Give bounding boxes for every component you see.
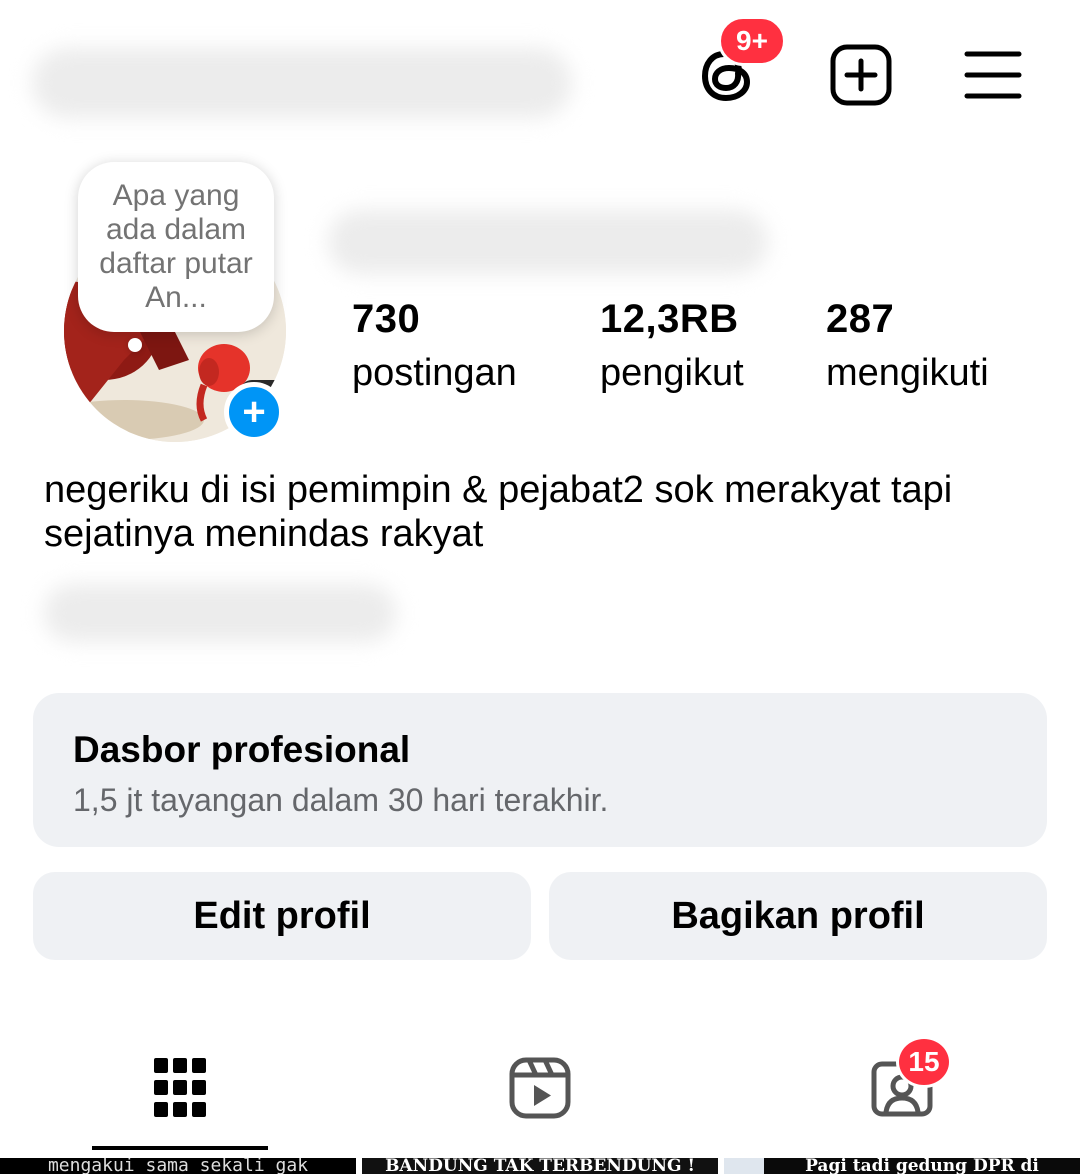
note-bubble-tail <box>128 338 142 352</box>
followers-count: 12,3RB <box>600 297 739 341</box>
tab-reels[interactable] <box>500 1048 580 1128</box>
tab-tagged[interactable]: 15 <box>862 1036 952 1128</box>
dashboard-subtitle: 1,5 jt tayangan dalam 30 hari terakhir. <box>73 782 609 818</box>
username-redacted <box>32 48 572 118</box>
post-thumbnail[interactable]: Pagi tadi gedung DPR di <box>724 1158 1080 1174</box>
plus-square-icon <box>830 44 892 106</box>
bio-link-redacted <box>44 584 396 642</box>
profile-bio: negeriku di isi pemimpin & pejabat2 sok … <box>44 469 953 555</box>
tagged-notification-badge: 15 <box>896 1036 952 1088</box>
note-text: Apa yang ada dalam daftar putar An... <box>99 179 253 314</box>
dashboard-title: Dasbor profesional <box>73 729 411 770</box>
display-name-redacted <box>328 210 768 274</box>
thumbnail-text: mengakui sama sekali gak <box>47 1158 309 1174</box>
menu-button[interactable] <box>958 40 1028 110</box>
thumbnail-text: BANDUNG TAK TERBENDUNG ! <box>385 1158 695 1174</box>
professional-dashboard-card[interactable]: Dasbor profesional 1,5 jt tayangan dalam… <box>33 693 1047 847</box>
threads-notification-badge: 9+ <box>718 16 786 66</box>
hamburger-menu-icon <box>964 51 1022 99</box>
followers-stat[interactable]: 12,3RB pengikut <box>600 296 744 396</box>
followers-label: pengikut <box>600 352 744 394</box>
following-count: 287 <box>826 297 895 341</box>
grid-icon <box>154 1058 206 1117</box>
post-thumbnail[interactable]: mengakui sama sekali gak <box>0 1158 356 1174</box>
posts-stat[interactable]: 730 postingan <box>352 296 517 396</box>
thumbnail-text: Pagi tadi gedung DPR di <box>805 1158 1039 1174</box>
following-label: mengikuti <box>826 352 989 394</box>
tab-posts-grid[interactable] <box>140 1048 220 1128</box>
share-profile-button[interactable]: Bagikan profil <box>549 872 1047 960</box>
edit-profile-button[interactable]: Edit profil <box>33 872 531 960</box>
reels-icon <box>509 1057 571 1119</box>
following-stat[interactable]: 287 mengikuti <box>826 296 989 396</box>
posts-count: 730 <box>352 297 421 341</box>
threads-button[interactable]: 9+ <box>692 16 786 110</box>
add-story-button[interactable]: + <box>224 382 284 442</box>
post-thumbnail[interactable]: BANDUNG TAK TERBENDUNG ! <box>362 1158 718 1174</box>
posts-label: postingan <box>352 352 517 394</box>
active-tab-indicator <box>92 1146 268 1150</box>
note-bubble[interactable]: Apa yang ada dalam daftar putar An... <box>78 162 274 332</box>
plus-icon: + <box>242 390 266 434</box>
create-button[interactable] <box>826 40 896 110</box>
